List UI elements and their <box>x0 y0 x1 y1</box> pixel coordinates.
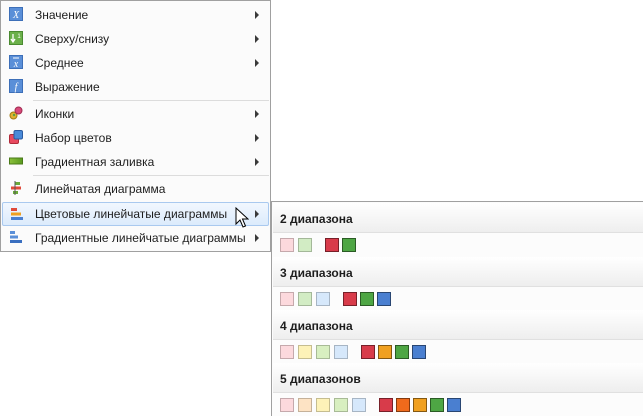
range-group-2[interactable]: 2 диапазона <box>273 203 643 256</box>
menu-item-gradient-fill[interactable]: Градиентная заливка <box>2 150 269 174</box>
color-set-icon <box>9 130 23 144</box>
color-bar-charts-submenu: 2 диапазона 3 диапазона 4 диапазона 5 ди… <box>271 201 643 416</box>
menu-item-label: Значение <box>35 8 89 22</box>
gradient-bar-chart-icon <box>10 231 22 243</box>
light-swatch <box>298 292 312 306</box>
range-group-4[interactable]: 4 диапазона <box>273 310 643 363</box>
menu-item-value[interactable]: X Значение <box>2 3 269 27</box>
light-swatch <box>316 292 330 306</box>
svg-text:x: x <box>13 59 19 69</box>
menu-separator <box>33 175 269 176</box>
gradient-fill-icon <box>9 157 23 165</box>
group-title: 2 диапазона <box>280 212 353 226</box>
menu-item-color-set[interactable]: Набор цветов <box>2 126 269 150</box>
submenu-arrow-icon <box>255 11 259 19</box>
menu-item-label: Набор цветов <box>35 131 112 145</box>
context-menu: X Значение 1 Сверху/снизу x Среднее f Вы… <box>0 0 271 252</box>
bar-chart-icon <box>11 181 21 195</box>
average-icon: x <box>9 55 23 69</box>
group-title: 3 диапазона <box>280 266 353 280</box>
menu-item-top-bottom[interactable]: 1 Сверху/снизу <box>2 27 269 51</box>
group-header: 4 диапазона <box>273 310 643 340</box>
submenu-arrow-icon <box>255 210 259 218</box>
light-swatch <box>316 345 330 359</box>
dark-swatch <box>343 292 357 306</box>
menu-item-label: Линейчатая диаграмма <box>35 182 166 196</box>
light-swatch <box>298 345 312 359</box>
light-swatch <box>334 345 348 359</box>
color-bar-chart-icon <box>11 208 23 220</box>
menu-item-label: Цветовые линейчатые диаграммы <box>35 207 228 221</box>
menu-item-gradient-bar-charts[interactable]: Градиентные линейчатые диаграммы <box>2 226 269 250</box>
group-header: 5 диапазонов <box>273 363 643 393</box>
menu-item-label: Иконки <box>35 107 75 121</box>
dark-swatch <box>412 345 426 359</box>
submenu-arrow-icon <box>255 35 259 43</box>
light-swatch <box>334 398 348 412</box>
menu-item-expression[interactable]: f Выражение <box>2 75 269 99</box>
dark-swatch <box>379 398 393 412</box>
menu-item-color-bar-charts[interactable]: Цветовые линейчатые диаграммы <box>2 202 269 226</box>
range-group-3[interactable]: 3 диапазона <box>273 257 643 310</box>
light-swatch <box>352 398 366 412</box>
dark-swatch <box>430 398 444 412</box>
range-group-5[interactable]: 5 диапазонов <box>273 363 643 416</box>
dark-swatch <box>325 238 339 252</box>
light-swatch <box>298 238 312 252</box>
dark-swatch <box>395 345 409 359</box>
dark-swatch <box>377 292 391 306</box>
light-swatch <box>280 238 294 252</box>
menu-separator <box>33 100 269 101</box>
light-swatch <box>280 398 294 412</box>
group-title: 5 диапазонов <box>280 372 361 386</box>
menu-item-label: Выражение <box>35 80 100 94</box>
dark-swatch <box>361 345 375 359</box>
menu-item-label: Градиентные линейчатые диаграммы <box>35 231 246 245</box>
light-swatch <box>280 292 294 306</box>
dark-swatch <box>378 345 392 359</box>
menu-item-label: Сверху/снизу <box>35 32 110 46</box>
menu-item-label: Градиентная заливка <box>35 155 155 169</box>
light-swatch <box>298 398 312 412</box>
dark-swatch <box>447 398 461 412</box>
light-swatch <box>280 345 294 359</box>
svg-text:X: X <box>12 10 20 21</box>
group-title: 4 диапазона <box>280 319 353 333</box>
function-icon: f <box>9 79 23 93</box>
menu-item-average[interactable]: x Среднее <box>2 51 269 75</box>
submenu-arrow-icon <box>255 234 259 242</box>
icons-icon <box>9 106 23 120</box>
group-header: 2 диапазона <box>273 203 643 233</box>
dark-swatch <box>342 238 356 252</box>
mouse-cursor-icon <box>235 207 249 228</box>
x-icon: X <box>9 7 23 21</box>
top-bottom-icon: 1 <box>9 31 23 45</box>
submenu-arrow-icon <box>255 110 259 118</box>
light-swatch <box>316 398 330 412</box>
dark-swatch <box>413 398 427 412</box>
submenu-arrow-icon <box>255 59 259 67</box>
menu-item-bar-chart[interactable]: Линейчатая диаграмма <box>2 177 269 201</box>
menu-item-label: Среднее <box>35 56 84 70</box>
group-header: 3 диапазона <box>273 257 643 287</box>
submenu-arrow-icon <box>255 158 259 166</box>
menu-item-icons[interactable]: Иконки <box>2 102 269 126</box>
dark-swatch <box>396 398 410 412</box>
dark-swatch <box>360 292 374 306</box>
submenu-arrow-icon <box>255 134 259 142</box>
